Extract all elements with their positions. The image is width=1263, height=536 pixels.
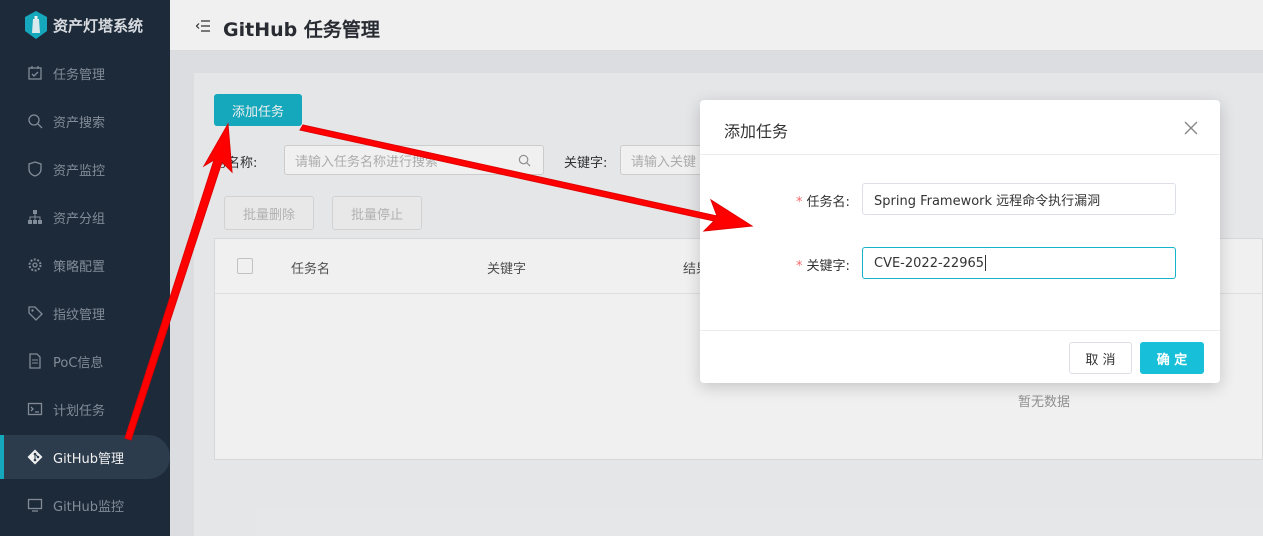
annotation-arrows [124, 122, 754, 441]
arrow-to-dialog [299, 124, 754, 232]
arrow-to-add-button [124, 122, 233, 441]
